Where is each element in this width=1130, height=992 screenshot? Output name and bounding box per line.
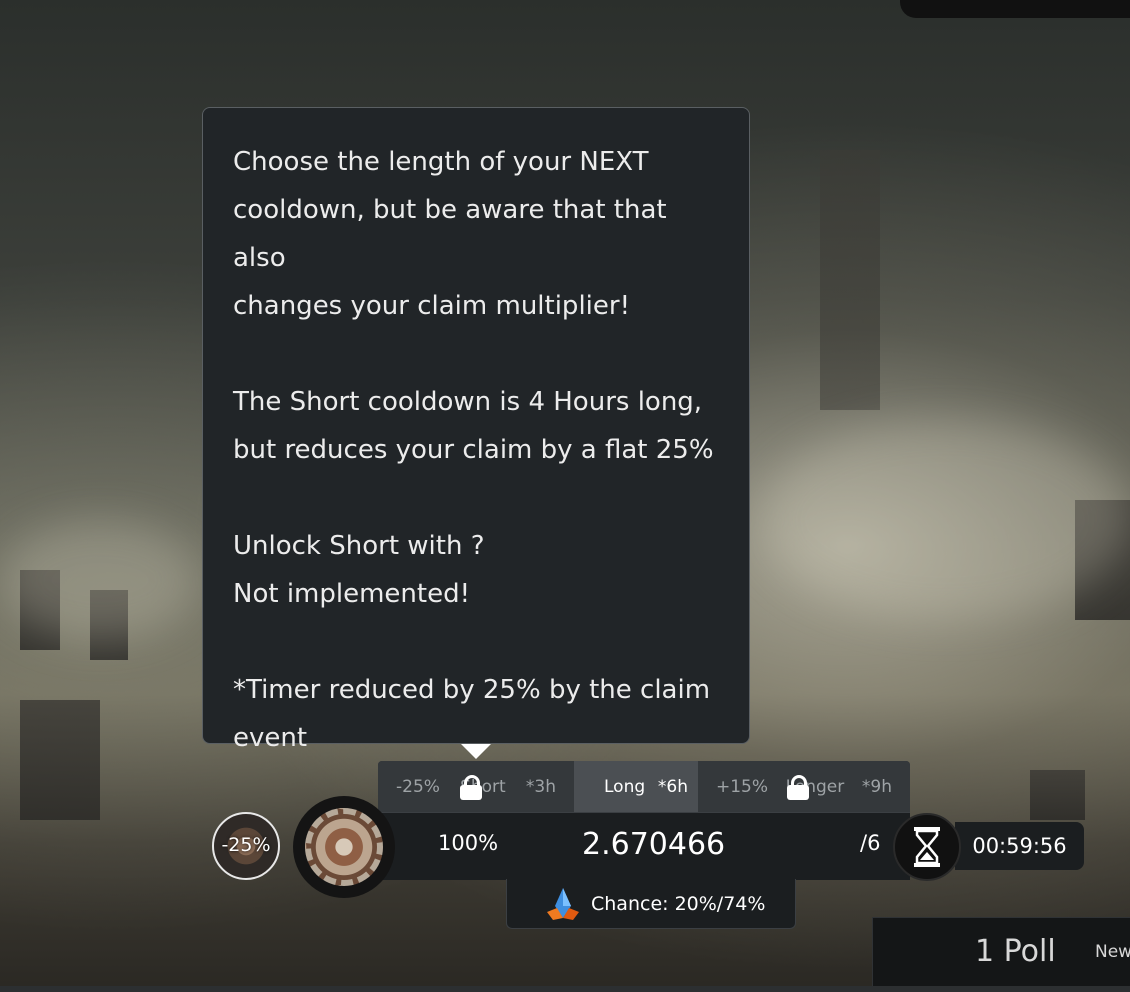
- poll-count: 1 Poll: [975, 934, 1056, 969]
- lock-icon: [787, 775, 809, 800]
- background-ruin: [820, 150, 880, 410]
- chance-panel: Chance: 20%/74%: [506, 879, 796, 929]
- lock-icon: [460, 775, 482, 800]
- poll-panel[interactable]: 1 Poll New: [872, 917, 1130, 992]
- modifier-badge[interactable]: -25%: [212, 812, 280, 880]
- cooldown-tooltip: Choose the length of your NEXT cooldown,…: [202, 107, 750, 753]
- cooldown-time: *6h: [657, 776, 688, 797]
- hourglass-icon: [914, 827, 940, 867]
- claim-value: 2.670466: [582, 827, 726, 862]
- tooltip-line: changes your claim multiplier!: [233, 291, 630, 321]
- tooltip-line: *Timer reduced by 25% by the claim: [233, 675, 711, 705]
- hourglass-button[interactable]: [893, 813, 961, 881]
- tooltip-arrow: [461, 744, 491, 759]
- cooldown-time: *3h: [525, 776, 556, 797]
- gear-medallion-icon: [305, 808, 383, 886]
- claim-button[interactable]: [293, 796, 395, 898]
- cooldown-label: Long: [604, 776, 646, 797]
- tooltip-line: cooldown, but be aware that that also: [233, 195, 667, 273]
- cooldown-timer: 00:59:56: [955, 822, 1084, 870]
- claim-count: /6: [860, 831, 881, 855]
- crystal-icon: [547, 888, 579, 920]
- cooldown-option-long[interactable]: Long *6h: [574, 761, 698, 812]
- tooltip-line: Not implemented!: [233, 579, 471, 609]
- cooldown-selector: -25% Short *3h Long *6h +15% Longer *9h: [378, 761, 910, 812]
- tooltip-line: The Short cooldown is 4 Hours long,: [233, 387, 703, 417]
- cooldown-option-longer[interactable]: +15% Longer *9h: [698, 761, 910, 812]
- bottom-strip: [0, 986, 1130, 992]
- background-ruin: [1030, 770, 1085, 820]
- claim-multiplier: 100%: [438, 831, 499, 855]
- chance-text: Chance: 20%/74%: [591, 893, 766, 915]
- cooldown-modifier: -25%: [396, 776, 440, 797]
- cooldown-modifier: +15%: [716, 776, 769, 797]
- modifier-badge-text: -25%: [221, 834, 271, 856]
- poll-new-label: New: [1095, 942, 1130, 962]
- background-mist: [760, 420, 1130, 620]
- tooltip-line: but reduces your claim by a flat 25%: [233, 435, 714, 465]
- cooldown-time: *9h: [861, 776, 892, 797]
- cooldown-option-short[interactable]: -25% Short *3h: [378, 761, 574, 812]
- top-right-panel: [900, 0, 1130, 18]
- claim-bar: 100% 2.670466 /6: [378, 812, 910, 880]
- background-mist: [0, 520, 200, 640]
- background-ruin: [20, 700, 100, 820]
- tooltip-line: Choose the length of your NEXT: [233, 147, 649, 177]
- tooltip-line: Unlock Short with ?: [233, 531, 485, 561]
